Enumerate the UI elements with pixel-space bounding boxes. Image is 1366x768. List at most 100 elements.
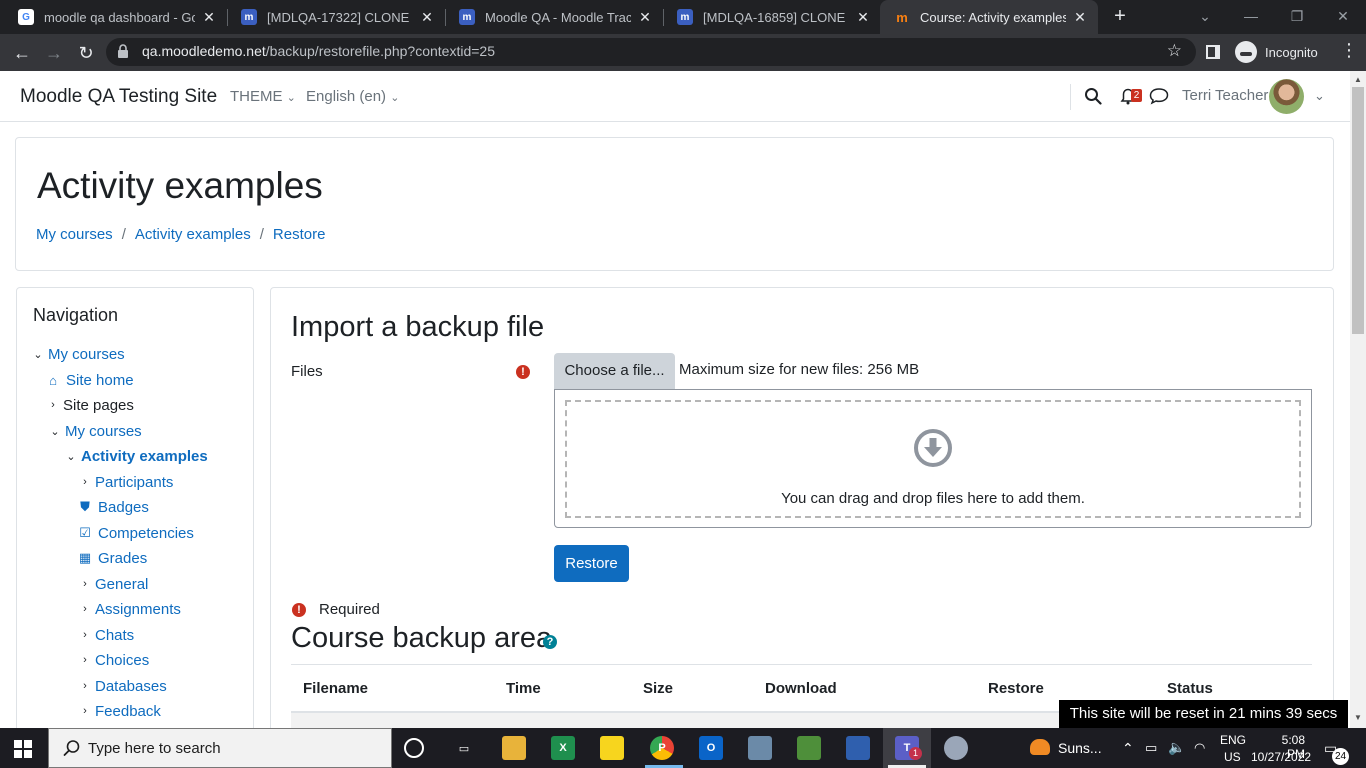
chevron-right-icon[interactable]: › [78, 680, 92, 692]
required-exclamation-icon: ! [292, 603, 306, 617]
chevron-right-icon[interactable]: › [78, 603, 92, 615]
home-icon: ⌂ [49, 372, 57, 388]
choose-file-button[interactable]: Choose a file... [554, 353, 675, 389]
window-close-button[interactable]: ✕ [1320, 0, 1366, 34]
restore-button[interactable]: Restore [554, 545, 629, 582]
chevron-right-icon[interactable]: › [46, 399, 60, 411]
theme-dropdown[interactable]: THEME ⌄ [230, 88, 296, 105]
breadcrumb-restore[interactable]: Restore [273, 226, 326, 243]
paint-icon[interactable] [944, 736, 968, 760]
sticky-notes-icon[interactable] [600, 736, 624, 760]
browser-tab-moodle-tracker[interactable]: m Moodle QA - Moodle Tracker ✕ [445, 0, 663, 34]
tab-search-chevron-icon[interactable]: ⌄ [1182, 0, 1228, 34]
search-icon[interactable] [1084, 87, 1102, 105]
clock-date[interactable]: 10/27/2022 [1251, 750, 1311, 764]
nav-item-site-home[interactable]: ⌂ Site home [46, 368, 133, 392]
nav-item-competencies[interactable]: ☑ Competencies [78, 521, 194, 545]
side-panel-icon[interactable] [1206, 45, 1220, 59]
browser-tab-mdlqa-16859[interactable]: m [MDLQA-16859] CLONE - A t ✕ [663, 0, 881, 34]
breadcrumb: My courses / Activity examples / Restore [36, 226, 325, 243]
outlook-icon[interactable]: O [699, 736, 723, 760]
battery-icon[interactable]: ▭ [1145, 740, 1157, 756]
weather-text[interactable]: Suns... [1058, 740, 1102, 756]
speaker-icon[interactable]: 🔈 [1168, 739, 1185, 756]
weather-icon[interactable] [1030, 739, 1050, 755]
input-region[interactable]: US [1224, 750, 1241, 764]
nav-item-participants[interactable]: › Participants [78, 470, 173, 494]
close-icon[interactable]: ✕ [637, 9, 653, 26]
minimize-button[interactable]: — [1228, 0, 1274, 34]
windows-start-icon[interactable] [14, 740, 32, 758]
download-arrow-circle-icon [914, 429, 952, 467]
lock-icon [118, 44, 128, 58]
import-heading: Import a backup file [291, 311, 545, 343]
chrome-icon[interactable]: P [650, 736, 674, 760]
browser-tab-activity-examples[interactable]: m Course: Activity examples ✕ [880, 0, 1098, 34]
nav-item-my-courses-root[interactable]: ⌄ My courses [31, 342, 124, 366]
browser-tab-mdlqa-17322[interactable]: m [MDLQA-17322] CLONE - A t ✕ [227, 0, 445, 34]
nav-item-activity-examples[interactable]: ⌄ Activity examples [64, 444, 207, 468]
nav-item-general[interactable]: › General [78, 572, 148, 596]
nav-item-feedback[interactable]: › Feedback [78, 699, 161, 723]
site-reset-notice: This site will be reset in 21 mins 39 se… [1059, 700, 1348, 728]
close-icon[interactable]: ✕ [1072, 9, 1088, 26]
chevron-right-icon[interactable]: › [78, 629, 92, 641]
scrollbar-thumb[interactable] [1352, 87, 1364, 334]
chevron-up-icon[interactable]: ⌃ [1122, 740, 1134, 757]
nav-item-choices[interactable]: › Choices [78, 648, 149, 672]
back-button[interactable]: ← [10, 41, 34, 65]
scroll-up-arrow-icon[interactable]: ▲ [1354, 75, 1362, 84]
remote-desktop-icon[interactable] [846, 736, 870, 760]
nav-item-assignments[interactable]: › Assignments [78, 597, 181, 621]
chevron-down-icon: ⌄ [390, 92, 400, 104]
messages-icon[interactable] [1149, 87, 1169, 105]
close-icon[interactable]: ✕ [201, 9, 217, 26]
badge-shield-icon: ⛊ [80, 499, 90, 514]
chevron-down-icon[interactable]: ⌄ [48, 425, 62, 438]
breadcrumb-my-courses[interactable]: My courses [36, 226, 113, 243]
nav-item-grades[interactable]: ▦ Grades [78, 546, 147, 570]
avatar[interactable] [1269, 79, 1304, 114]
excel-tool-icon[interactable]: X [551, 736, 575, 760]
browser-menu-icon[interactable]: ⋮ [1340, 40, 1358, 61]
nav-item-my-courses[interactable]: ⌄ My courses [48, 419, 141, 443]
site-name[interactable]: Moodle QA Testing Site [20, 86, 217, 108]
input-language[interactable]: ENG [1220, 733, 1246, 747]
breadcrumb-activity-examples[interactable]: Activity examples [135, 226, 251, 243]
bookmark-star-icon[interactable]: ☆ [1167, 41, 1182, 61]
archive-icon[interactable] [748, 736, 772, 760]
spreadsheet-chart-icon[interactable] [797, 736, 821, 760]
help-question-icon[interactable]: ? [543, 635, 557, 649]
chevron-down-icon[interactable]: ⌄ [64, 450, 78, 463]
new-tab-button[interactable]: + [1108, 4, 1132, 28]
scroll-down-arrow-icon[interactable]: ▼ [1354, 713, 1362, 722]
close-icon[interactable]: ✕ [855, 9, 871, 26]
nav-item-site-pages[interactable]: › Site pages [46, 393, 134, 417]
address-bar[interactable]: qa.moodledemo.net/backup/restorefile.php… [106, 38, 1196, 66]
incognito-profile-button[interactable]: Incognito [1235, 40, 1318, 64]
breadcrumb-separator: / [259, 226, 264, 243]
nav-item-databases[interactable]: › Databases [78, 674, 167, 698]
moodle-tracker-icon: m [459, 9, 475, 25]
teams-badge: 1 [909, 747, 922, 760]
chevron-right-icon[interactable]: › [78, 705, 92, 717]
cortana-icon[interactable] [404, 738, 424, 758]
task-view-icon[interactable]: ▭ [452, 736, 476, 760]
taskbar-search-box[interactable]: Type here to search [48, 728, 392, 768]
reload-button[interactable]: ↻ [74, 41, 98, 65]
chevron-right-icon[interactable]: › [78, 476, 92, 488]
wifi-icon[interactable]: ◠ [1194, 740, 1205, 756]
close-icon[interactable]: ✕ [419, 9, 435, 26]
maximize-button[interactable]: ❐ [1274, 0, 1320, 34]
nav-item-badges[interactable]: ⛊ Badges [78, 495, 149, 519]
chevron-down-icon[interactable]: ⌄ [1314, 88, 1325, 104]
browser-tab-google[interactable]: G moodle qa dashboard - Goo ✕ [4, 0, 227, 34]
chevron-down-icon[interactable]: ⌄ [31, 348, 45, 361]
language-dropdown[interactable]: English (en) ⌄ [306, 88, 399, 105]
chevron-right-icon[interactable]: › [78, 578, 92, 590]
chevron-right-icon[interactable]: › [78, 654, 92, 666]
forward-button[interactable]: → [42, 41, 66, 65]
user-name[interactable]: Terri Teacher [1182, 87, 1268, 104]
nav-item-chats[interactable]: › Chats [78, 623, 134, 647]
file-explorer-icon[interactable] [502, 736, 526, 760]
